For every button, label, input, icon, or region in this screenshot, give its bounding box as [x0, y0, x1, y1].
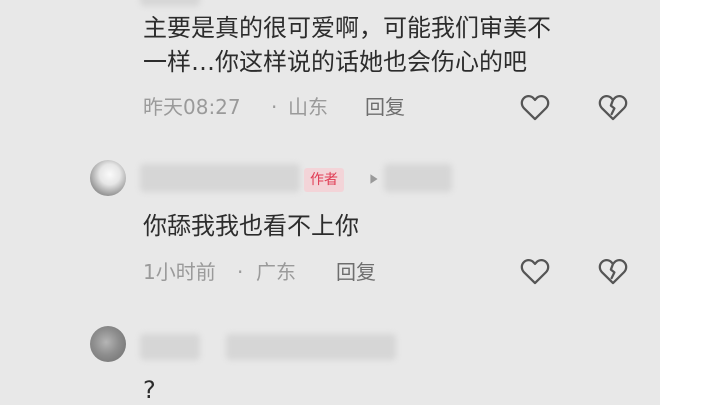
comment-text: 你舔我我也看不上你 — [143, 212, 359, 240]
comment-time: 昨天08:27 — [143, 95, 241, 119]
broken-heart-icon[interactable] — [596, 90, 630, 124]
blurred-username — [140, 164, 300, 192]
comment-time: 1小时前 — [143, 260, 216, 284]
screenshot-stage: 主要是真的很可爱啊，可能我们审美不 一样…你这样说的话她也会伤心的吧 昨天08:… — [0, 0, 720, 405]
avatar[interactable] — [90, 160, 126, 196]
comment-location: 山东 — [288, 95, 328, 119]
comment-list[interactable]: 主要是真的很可爱啊，可能我们审美不 一样…你这样说的话她也会伤心的吧 昨天08:… — [0, 0, 660, 405]
comment-text-line: 主要是真的很可爱啊，可能我们审美不 — [143, 14, 551, 42]
meta-separator: · — [237, 260, 244, 284]
reply-button[interactable]: 回复 — [365, 94, 405, 120]
broken-heart-icon[interactable] — [596, 254, 630, 288]
heart-outline-icon[interactable] — [518, 254, 552, 288]
blurred-username — [140, 334, 200, 360]
comment-text: ? — [143, 376, 156, 404]
blurred-reply-target — [384, 164, 452, 192]
avatar[interactable] — [90, 326, 126, 362]
reply-arrow-icon — [370, 174, 378, 184]
heart-outline-icon[interactable] — [518, 90, 552, 124]
blurred-header-remnant — [140, 0, 200, 6]
author-badge: 作者 — [304, 168, 344, 192]
reply-button[interactable]: 回复 — [336, 259, 376, 285]
blurred-username — [226, 334, 396, 360]
meta-separator: · — [271, 95, 278, 119]
comment-location: 广东 — [256, 260, 296, 284]
comment-text-line: 一样…你这样说的话她也会伤心的吧 — [143, 48, 527, 76]
